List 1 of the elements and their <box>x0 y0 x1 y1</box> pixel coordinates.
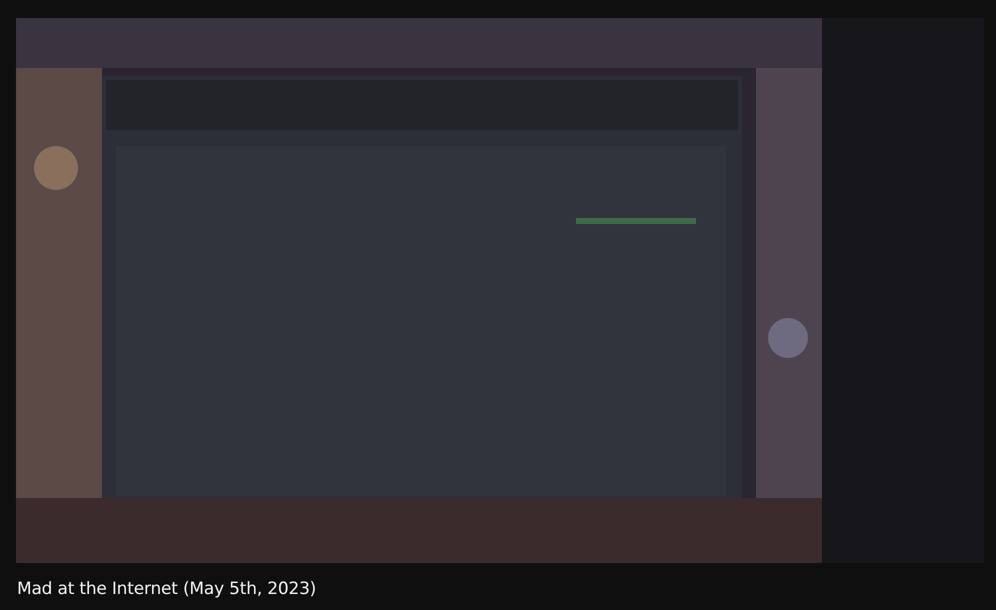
video-title: Mad at the Internet (May 5th, 2023) <box>17 579 318 599</box>
